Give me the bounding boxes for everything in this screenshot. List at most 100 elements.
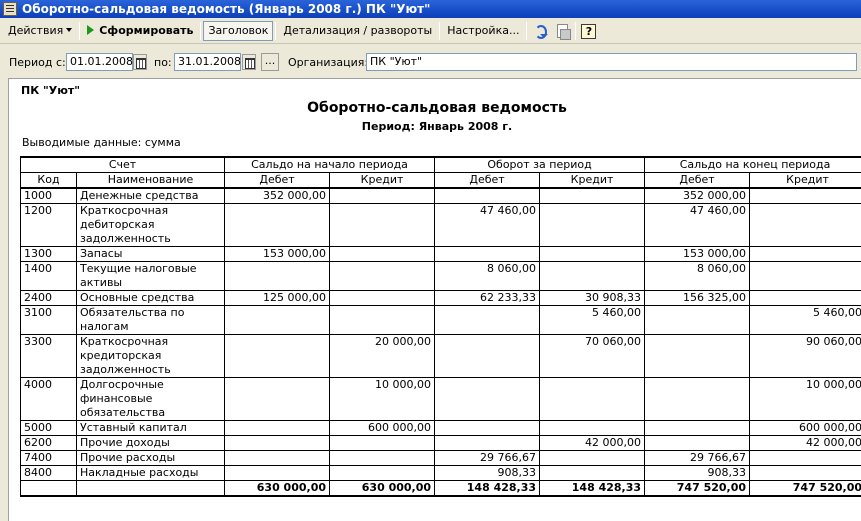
cell-turnover-debit — [434, 187, 541, 204]
cell-closing-debit: 156 325,00 — [644, 290, 751, 306]
totals-code-cell — [20, 480, 77, 497]
cell-code: 5000 — [20, 420, 77, 436]
table-body: 1000 Денежные средства 352 000,00 352 000,0… — [20, 187, 861, 497]
period-select-button[interactable]: ... — [261, 53, 279, 71]
cell-name: Запасы — [75, 246, 226, 262]
cell-turnover-debit: 8 060,00 — [434, 261, 541, 291]
actions-menu-button[interactable]: Действия — [3, 21, 77, 41]
cell-closing-debit: 908,33 — [644, 465, 751, 481]
table-row[interactable]: 1200 Краткосрочная дебиторская задолженно… — [20, 203, 861, 247]
cell-code: 1400 — [20, 261, 77, 291]
cell-opening-credit — [329, 465, 436, 481]
toolbar-separator — [526, 22, 528, 40]
totals-row[interactable]: 630 000,00 630 000,00 148 428,33 148 428… — [20, 480, 861, 497]
turnover-balance-table: Счет Сальдо на начало периода Оборот за … — [19, 156, 861, 497]
cell-opening-debit — [224, 305, 331, 335]
total-turnover-debit: 148 428,33 — [434, 480, 541, 497]
cell-closing-debit: 352 000,00 — [644, 187, 751, 204]
cell-code: 7400 — [20, 450, 77, 466]
toolbar-separator — [439, 22, 441, 40]
calendar-to-icon[interactable] — [242, 54, 256, 70]
cell-turnover-credit: 5 460,00 — [539, 305, 646, 335]
period-from-field[interactable]: 01.01.2008 — [66, 53, 133, 71]
header-closing-debit: Дебет — [644, 172, 751, 189]
header-turnover-credit: Кредит — [539, 172, 646, 189]
cell-code: 4000 — [20, 377, 77, 421]
table-row[interactable]: 1400 Текущие налоговые активы 8 060,00 8 06… — [20, 261, 861, 291]
cell-opening-credit — [329, 290, 436, 306]
cell-opening-debit — [224, 203, 331, 247]
toolbar-separator — [200, 22, 202, 40]
table-row[interactable]: 3100 Обязательства по налогам 5 460,00 5 46… — [20, 305, 861, 335]
cell-turnover-debit — [434, 420, 541, 436]
cell-name: Прочие доходы — [75, 435, 226, 451]
cell-name: Накладные расходы — [75, 465, 226, 481]
cell-closing-debit — [644, 334, 751, 378]
cell-turnover-debit — [434, 377, 541, 421]
totals-name-cell — [75, 480, 226, 497]
window-titlebar: Оборотно-сальдовая ведомость (Январь 200… — [0, 0, 861, 18]
dropdown-arrow-icon — [66, 28, 73, 32]
cell-opening-debit — [224, 435, 331, 451]
cell-opening-credit: 600 000,00 — [329, 420, 436, 436]
cell-turnover-credit — [539, 420, 646, 436]
header-closing-credit: Кредит — [749, 172, 861, 189]
detail-button[interactable]: Детализация / развороты — [278, 21, 437, 41]
cell-name: Текущие налоговые активы — [75, 261, 226, 291]
table-row[interactable]: 7400 Прочие расходы 29 766,67 29 766,67 — [20, 450, 861, 466]
period-to-field[interactable]: 31.01.2008 — [174, 53, 241, 71]
table-row[interactable]: 4000 Долгосрочные финансовые обязательств… — [20, 377, 861, 421]
cell-closing-credit: 90 060,00 — [749, 334, 861, 378]
header-turnover: Оборот за период — [434, 156, 646, 173]
cell-name: Прочие расходы — [75, 450, 226, 466]
table-row[interactable]: 1000 Денежные средства 352 000,00 352 000,0… — [20, 187, 861, 204]
cell-opening-debit — [224, 261, 331, 291]
refresh-icon[interactable] — [532, 23, 549, 39]
table-row[interactable]: 8400 Накладные расходы 908,33 908,33 — [20, 465, 861, 481]
header-opening-debit: Дебет — [224, 172, 331, 189]
generate-button[interactable]: Сформировать — [82, 21, 198, 41]
cell-turnover-credit — [539, 377, 646, 421]
window-title: Оборотно-сальдовая ведомость (Январь 200… — [22, 2, 431, 16]
table-row[interactable]: 1300 Запасы 153 000,00 153 000,00 — [20, 246, 861, 262]
header-toggle-button[interactable]: Заголовок — [203, 21, 274, 41]
total-closing-debit: 747 520,00 — [644, 480, 751, 497]
organization-label: Организация: — [288, 56, 369, 69]
cell-opening-debit: 153 000,00 — [224, 246, 331, 262]
toolbar-separator — [79, 22, 81, 40]
table-row[interactable]: 2400 Основные средства 125 000,00 62 233,33… — [20, 290, 861, 306]
cell-opening-debit — [224, 420, 331, 436]
cell-closing-debit — [644, 420, 751, 436]
total-turnover-credit: 148 428,33 — [539, 480, 646, 497]
cell-turnover-credit: 42 000,00 — [539, 435, 646, 451]
cell-turnover-credit: 70 060,00 — [539, 334, 646, 378]
cell-closing-credit — [749, 246, 861, 262]
total-closing-credit: 747 520,00 — [749, 480, 861, 497]
generate-label: Сформировать — [99, 24, 194, 37]
calendar-from-icon[interactable] — [133, 54, 147, 70]
cell-turnover-debit — [434, 334, 541, 378]
help-icon[interactable]: ? — [581, 23, 597, 39]
table-row[interactable]: 6200 Прочие доходы 42 000,00 42 000,00 — [20, 435, 861, 451]
cell-turnover-credit — [539, 261, 646, 291]
cell-turnover-debit — [434, 246, 541, 262]
cell-closing-debit — [644, 377, 751, 421]
settings-button[interactable]: Настройка... — [442, 21, 524, 41]
cell-opening-credit: 10 000,00 — [329, 377, 436, 421]
table-row[interactable]: 5000 Уставный капитал 600 000,00 600 000,00 — [20, 420, 861, 436]
header-name: Наименование — [75, 172, 226, 189]
cell-closing-credit — [749, 187, 861, 204]
cell-turnover-debit: 908,33 — [434, 465, 541, 481]
cell-opening-credit — [329, 305, 436, 335]
cell-code: 2400 — [20, 290, 77, 306]
organization-field[interactable]: ПК "Уют" — [366, 53, 857, 71]
cell-opening-debit: 352 000,00 — [224, 187, 331, 204]
header-turnover-debit: Дебет — [434, 172, 541, 189]
copy-document-icon[interactable] — [554, 23, 572, 40]
report-app-icon — [3, 2, 17, 16]
cell-opening-credit — [329, 261, 436, 291]
cell-turnover-debit — [434, 435, 541, 451]
table-row[interactable]: 3300 Краткосрочная кредиторская задолженн… — [20, 334, 861, 378]
total-opening-debit: 630 000,00 — [224, 480, 331, 497]
cell-closing-debit: 47 460,00 — [644, 203, 751, 247]
